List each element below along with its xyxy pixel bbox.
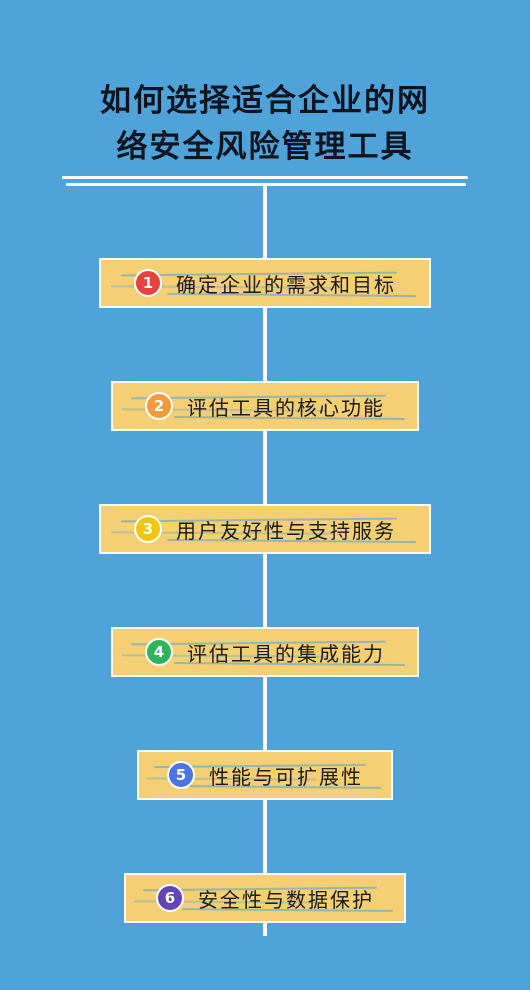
step-1-number-badge: 1 bbox=[134, 269, 162, 297]
step-4-label: 评估工具的集成能力 bbox=[187, 641, 385, 666]
step-1-box: 1 确定企业的需求和目标 bbox=[99, 258, 431, 308]
step-3-box: 3 用户友好性与支持服务 bbox=[99, 504, 431, 554]
step-1-label: 确定企业的需求和目标 bbox=[176, 272, 396, 297]
step-4-box: 4 评估工具的集成能力 bbox=[111, 627, 419, 677]
step-5-number-badge: 5 bbox=[167, 761, 195, 789]
step-6-label: 安全性与数据保护 bbox=[198, 887, 374, 912]
step-2-label: 评估工具的核心功能 bbox=[187, 395, 385, 420]
step-3-number-badge: 3 bbox=[134, 515, 162, 543]
title-line-2: 络安全风险管理工具 bbox=[116, 129, 414, 165]
step-4-number-badge: 4 bbox=[145, 638, 173, 666]
title-line-1: 如何选择适合企业的网 bbox=[100, 83, 430, 119]
page-title: 如何选择适合企业的网 络安全风险管理工具 bbox=[0, 78, 530, 170]
step-6-box: 6 安全性与数据保护 bbox=[124, 873, 406, 923]
step-3-label: 用户友好性与支持服务 bbox=[176, 518, 396, 543]
step-2-box: 2 评估工具的核心功能 bbox=[111, 381, 419, 431]
title-underline-top bbox=[62, 176, 468, 179]
step-5-box: 5 性能与可扩展性 bbox=[137, 750, 393, 800]
step-2-number-badge: 2 bbox=[145, 392, 173, 420]
step-6-number-badge: 6 bbox=[156, 884, 184, 912]
step-5-label: 性能与可扩展性 bbox=[209, 764, 363, 789]
